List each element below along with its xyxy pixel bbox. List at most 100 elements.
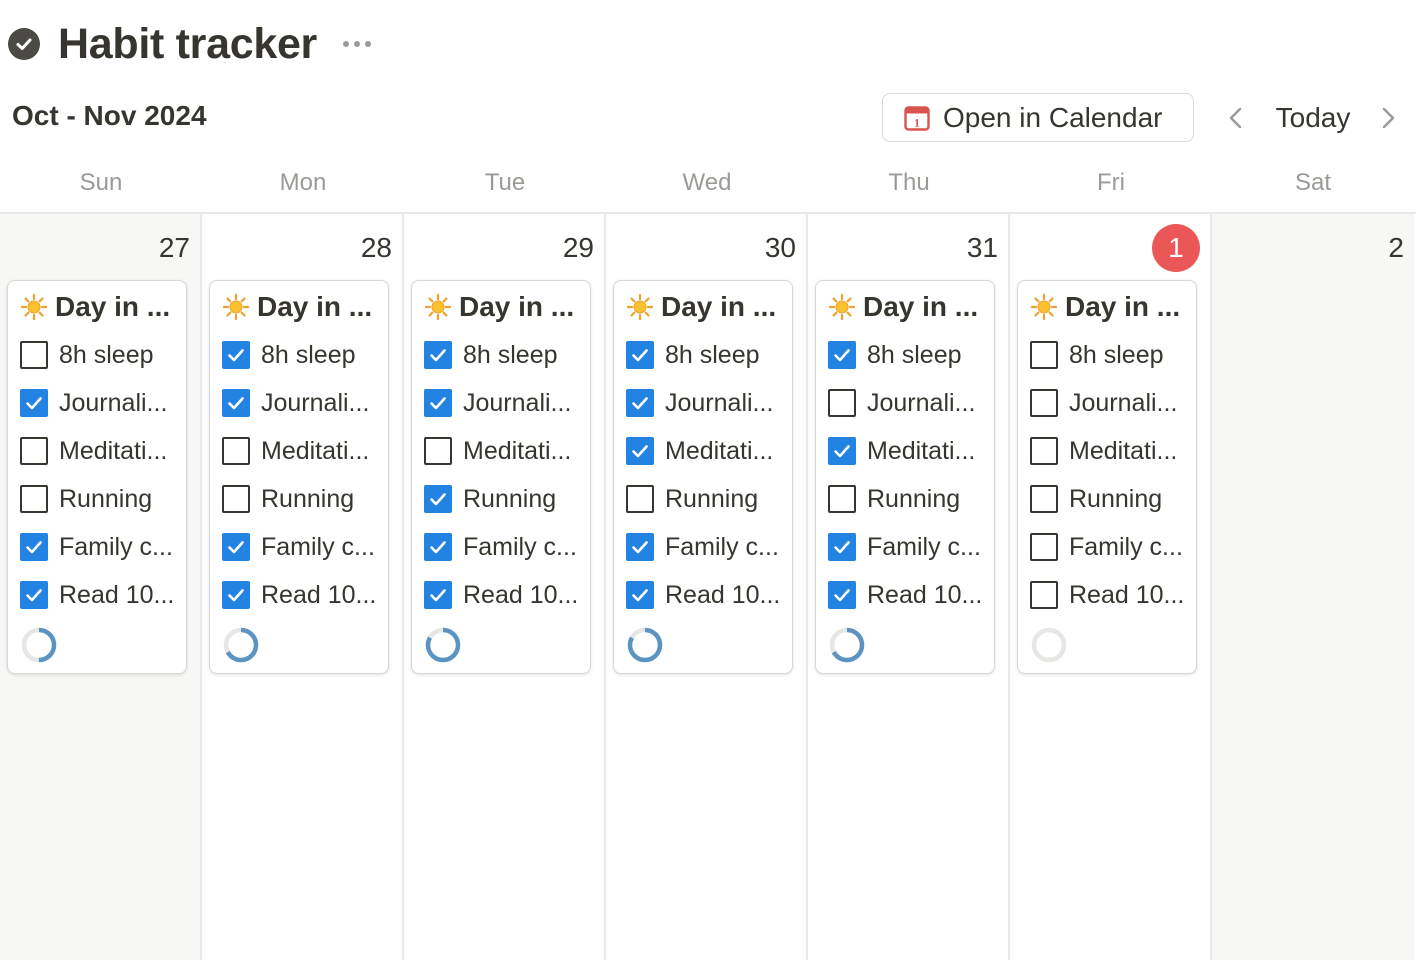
- checkmark-icon: [632, 397, 648, 410]
- checkmark-icon: [228, 541, 244, 554]
- habit-checkbox-checked[interactable]: [20, 581, 48, 609]
- chevron-right-icon[interactable]: [1374, 102, 1402, 134]
- card-title: Day in ...: [222, 289, 372, 325]
- habit-checkbox[interactable]: [20, 341, 48, 369]
- sun-icon: [626, 293, 654, 321]
- habit-label: Read 10...: [59, 580, 175, 609]
- calendar-day-cell[interactable]: 28 Day in ... 8h sleep Journali... Meditati.…: [202, 214, 404, 960]
- checkmark-icon: [228, 397, 244, 410]
- open-in-calendar-label: Open in Calendar: [943, 101, 1163, 133]
- habit-row: Family c...: [424, 529, 584, 565]
- checkmark-icon: [632, 589, 648, 602]
- habit-checkbox[interactable]: [828, 389, 856, 417]
- today-button[interactable]: Today: [1268, 98, 1358, 138]
- habit-row: Read 10...: [828, 577, 988, 613]
- habit-checkbox-checked[interactable]: [828, 581, 856, 609]
- open-in-calendar-button[interactable]: 1 Open in Calendar: [882, 93, 1194, 142]
- habit-checkbox-checked[interactable]: [828, 437, 856, 465]
- habit-row: Running: [1030, 481, 1190, 517]
- habit-checkbox[interactable]: [222, 437, 250, 465]
- weekday-label: Tue: [484, 169, 526, 196]
- habit-day-card[interactable]: Day in ... 8h sleep Journali... Meditati...…: [7, 280, 187, 674]
- habit-row: Journali...: [626, 385, 786, 421]
- habit-row: 8h sleep: [20, 337, 180, 373]
- habit-checkbox-checked[interactable]: [222, 581, 250, 609]
- habit-label: Journali...: [261, 388, 370, 417]
- habit-checkbox-checked[interactable]: [222, 341, 250, 369]
- habit-row: Meditati...: [424, 433, 584, 469]
- weekday-label: Fri: [1097, 169, 1125, 196]
- page-header: Habit tracker: [8, 18, 371, 70]
- habit-checkbox-checked[interactable]: [626, 341, 654, 369]
- day-number: 27: [158, 232, 190, 263]
- habit-checkbox-checked[interactable]: [20, 389, 48, 417]
- habit-checkbox[interactable]: [1030, 485, 1058, 513]
- habit-checkbox-checked[interactable]: [626, 533, 654, 561]
- habit-row: Running: [20, 481, 180, 517]
- habit-checkbox[interactable]: [626, 485, 654, 513]
- calendar-day-cell[interactable]: 31 Day in ... 8h sleep Journali... Meditati.…: [808, 214, 1010, 960]
- card-title-text: Day in ...: [257, 291, 373, 322]
- checkmark-icon: [228, 349, 244, 362]
- habit-checkbox[interactable]: [222, 485, 250, 513]
- habit-label: Read 10...: [665, 580, 781, 609]
- today-date-badge: 1: [1152, 224, 1200, 272]
- habit-checkbox[interactable]: [424, 437, 452, 465]
- progress-track: [1031, 627, 1067, 663]
- habit-checkbox[interactable]: [1030, 581, 1058, 609]
- habit-checkbox-checked[interactable]: [424, 485, 452, 513]
- habit-checkbox-checked[interactable]: [626, 581, 654, 609]
- calendar-day-cell[interactable]: 1 Day in ... 8h sleep Journali... Meditati..…: [1010, 214, 1212, 960]
- habit-checkbox-checked[interactable]: [20, 533, 48, 561]
- more-options-icon[interactable]: [343, 34, 371, 54]
- habit-row: Running: [222, 481, 382, 517]
- calendar-day-cell[interactable]: 2: [1212, 214, 1414, 960]
- habit-row: Read 10...: [424, 577, 584, 613]
- habit-checkbox-checked[interactable]: [424, 533, 452, 561]
- calendar-day-cell[interactable]: 29 Day in ... 8h sleep Journali... Meditati.…: [404, 214, 606, 960]
- weekday-header: Sun Mon Tue Wed Thu Fri Sat: [0, 166, 1416, 200]
- habit-day-card[interactable]: Day in ... 8h sleep Journali... Meditati...…: [1017, 280, 1197, 674]
- habit-day-card[interactable]: Day in ... 8h sleep Journali... Meditati...…: [815, 280, 995, 674]
- habit-row: 8h sleep: [1030, 337, 1190, 373]
- habit-checkbox-checked[interactable]: [424, 341, 452, 369]
- card-title: Day in ...: [20, 289, 170, 325]
- calendar-day-cell[interactable]: 30 Day in ... 8h sleep Journali... Meditati.…: [606, 214, 808, 960]
- habit-checkbox-checked[interactable]: [828, 533, 856, 561]
- habit-day-card[interactable]: Day in ... 8h sleep Journali... Meditati...…: [209, 280, 389, 674]
- habit-checkbox-checked[interactable]: [626, 437, 654, 465]
- habit-label: 8h sleep: [59, 340, 154, 369]
- habit-checkbox-checked[interactable]: [626, 389, 654, 417]
- habit-checkbox[interactable]: [1030, 437, 1058, 465]
- checkmark-icon: [430, 397, 446, 410]
- habit-checkbox[interactable]: [20, 437, 48, 465]
- habit-checkbox[interactable]: [1030, 533, 1058, 561]
- habit-row: Running: [626, 481, 786, 517]
- chevron-left-icon[interactable]: [1222, 102, 1250, 134]
- habit-label: Journali...: [867, 388, 976, 417]
- habit-checkbox[interactable]: [1030, 341, 1058, 369]
- habit-checkbox[interactable]: [828, 485, 856, 513]
- habit-checkbox[interactable]: [1030, 389, 1058, 417]
- habit-day-card[interactable]: Day in ... 8h sleep Journali... Meditati...…: [411, 280, 591, 674]
- habit-label: Meditati...: [1069, 436, 1178, 465]
- habit-row: Meditati...: [222, 433, 382, 469]
- habit-label: Journali...: [665, 388, 774, 417]
- habit-label: 8h sleep: [1069, 340, 1164, 369]
- calendar-day-cell[interactable]: 27 Day in ... 8h sleep Journali... Meditati.…: [0, 214, 202, 960]
- habit-row: Meditati...: [1030, 433, 1190, 469]
- calendar-icon: 1: [904, 105, 930, 131]
- sun-icon: [1030, 293, 1058, 321]
- habit-day-card[interactable]: Day in ... 8h sleep Journali... Meditati...…: [613, 280, 793, 674]
- checkmark-icon: [228, 589, 244, 602]
- habit-checkbox-checked[interactable]: [222, 389, 250, 417]
- habit-checkbox-checked[interactable]: [222, 533, 250, 561]
- habit-row: Journali...: [424, 385, 584, 421]
- habit-checkbox-checked[interactable]: [828, 341, 856, 369]
- habit-label: Running: [665, 484, 759, 513]
- checkmark-icon: [26, 541, 42, 554]
- habit-checkbox-checked[interactable]: [424, 389, 452, 417]
- card-title-text: Day in ...: [459, 291, 575, 322]
- habit-checkbox-checked[interactable]: [424, 581, 452, 609]
- habit-checkbox[interactable]: [20, 485, 48, 513]
